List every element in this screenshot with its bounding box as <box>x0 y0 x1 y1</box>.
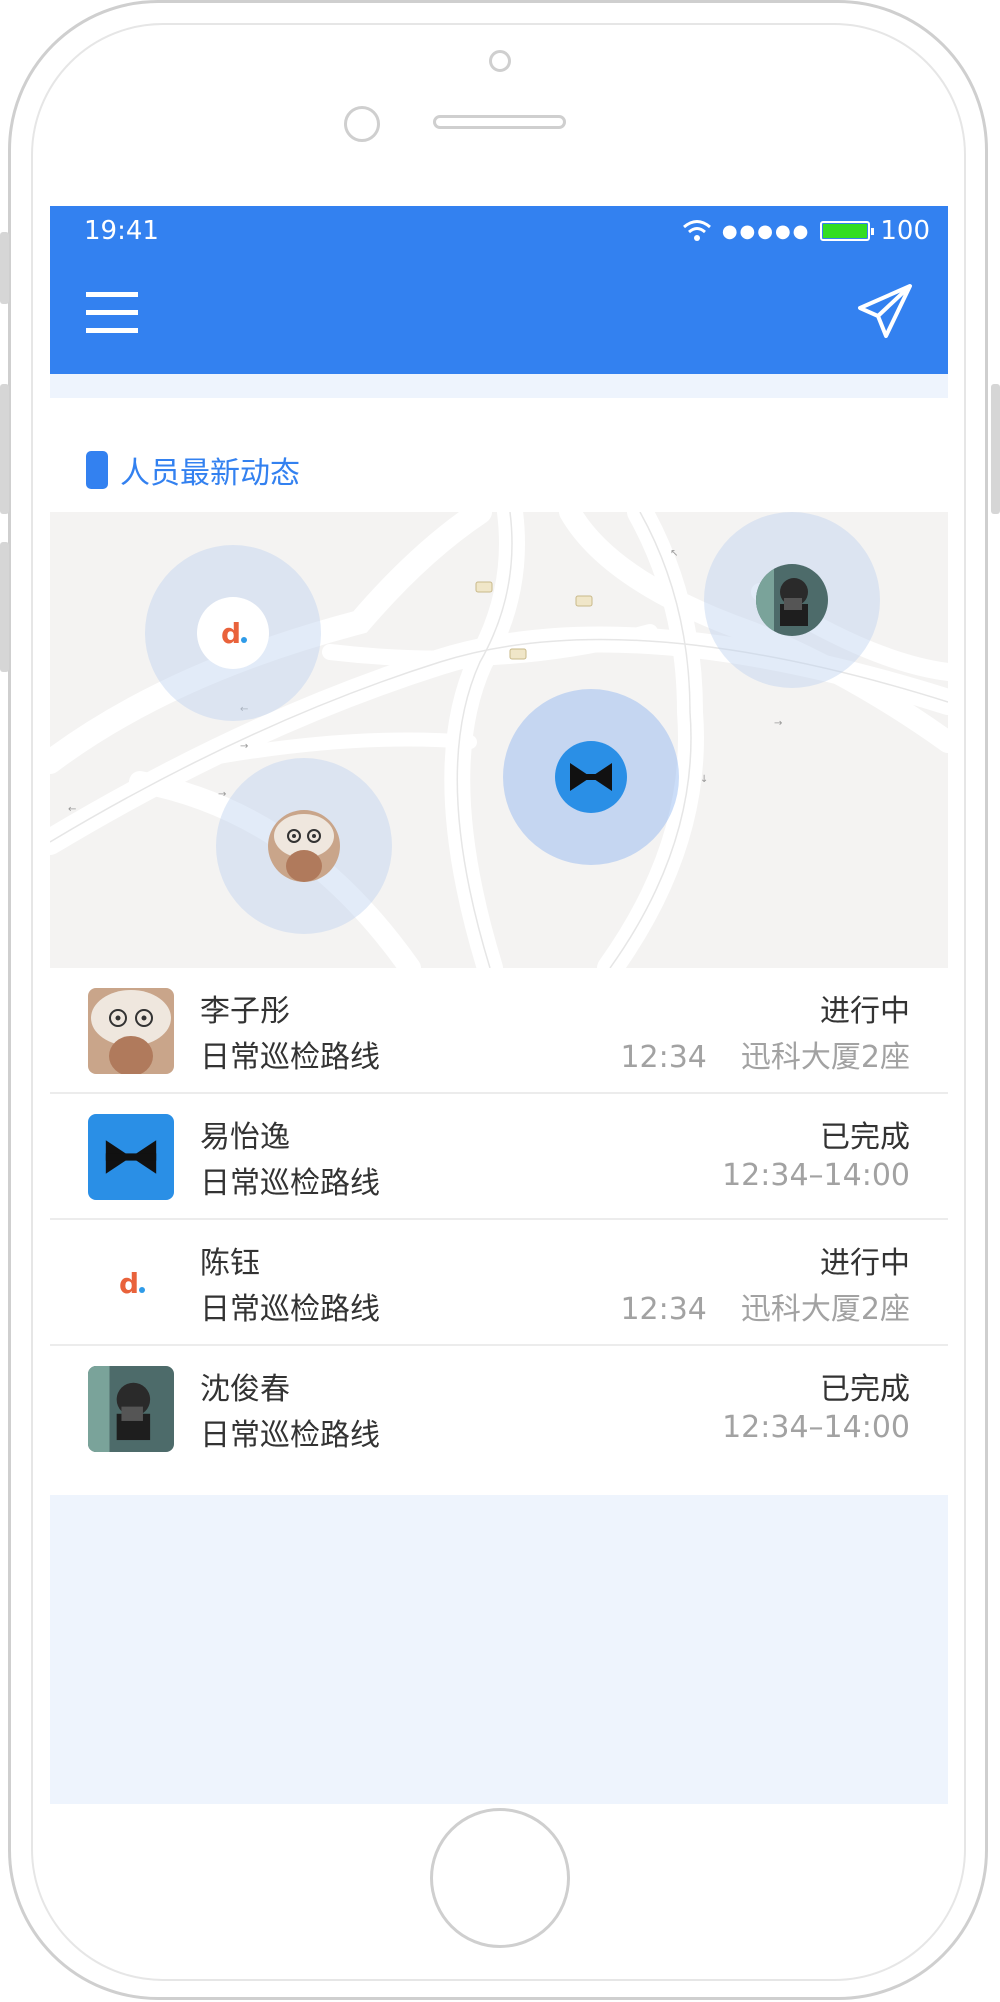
status-time: 19:41 <box>84 216 159 246</box>
home-button[interactable] <box>430 1808 570 1948</box>
photo-avatar-icon <box>88 1366 174 1452</box>
d-logo-icon: d <box>221 617 247 650</box>
svg-text:↖: ↖ <box>670 548 678 559</box>
svg-text:→: → <box>774 718 782 729</box>
task-time: 12:34–14:00 <box>722 1158 910 1193</box>
route-name: 日常巡检路线 <box>200 1418 380 1453</box>
list-item[interactable]: 李子彤 日常巡检路线 进行中 12:34 迅科大厦2座 <box>50 968 948 1094</box>
svg-text:→: → <box>240 741 248 752</box>
route-name: 日常巡检路线 <box>200 1166 380 1201</box>
task-status: 已完成 <box>820 1120 910 1155</box>
map-marker-photo[interactable] <box>756 564 828 636</box>
task-meta: 12:34–14:00 <box>722 1158 910 1193</box>
staff-name: 李子彤 <box>200 994 290 1029</box>
volume-up-button <box>0 384 9 514</box>
section-title: 人员最新动态 <box>120 456 300 491</box>
alpaca-hat-avatar-icon <box>268 810 340 882</box>
task-location: 迅科大厦2座 <box>740 1040 910 1075</box>
signal-strength: ●●●●● <box>721 220 811 242</box>
task-status: 进行中 <box>820 994 910 1029</box>
staff-name: 沈俊春 <box>200 1372 290 1407</box>
menu-icon[interactable] <box>86 292 138 334</box>
svg-text:→: → <box>218 789 226 800</box>
map-marker-bowtie[interactable] <box>555 741 627 813</box>
staff-name: 陈钰 <box>200 1246 260 1281</box>
earpiece-speaker <box>433 115 566 129</box>
staff-activity-list: 李子彤 日常巡检路线 进行中 12:34 迅科大厦2座 易怡逸 日常巡检路线 已完… <box>50 968 948 1470</box>
activity-card: 人员最新动态 ← → → ← → ↓ ↖ d 李子彤 日常巡检路线 进行中 12… <box>50 398 948 1495</box>
send-icon[interactable] <box>856 282 914 340</box>
d-logo-icon: d <box>88 1240 174 1326</box>
svg-text:d: d <box>221 617 241 650</box>
route-name: 日常巡检路线 <box>200 1292 380 1327</box>
battery-icon <box>820 221 875 241</box>
task-status: 已完成 <box>820 1372 910 1407</box>
task-meta: 12:34 迅科大厦2座 <box>620 1032 910 1076</box>
svg-text:←: ← <box>68 804 76 815</box>
nav-bar <box>50 256 948 374</box>
task-status: 进行中 <box>820 1246 910 1281</box>
svg-text:d: d <box>119 1267 139 1300</box>
task-time: 12:34 <box>620 1040 707 1075</box>
task-time: 12:34–14:00 <box>722 1410 910 1445</box>
map-marker-alpaca[interactable] <box>268 810 340 882</box>
status-bar: 19:41 ●●●●● 100 <box>50 206 948 256</box>
task-meta: 12:34 迅科大厦2座 <box>620 1284 910 1328</box>
task-time: 12:34 <box>620 1292 707 1327</box>
wifi-icon <box>682 220 711 241</box>
power-button <box>991 384 1000 514</box>
list-item[interactable]: 沈俊春 日常巡检路线 已完成 12:34–14:00 <box>50 1346 948 1470</box>
photo-avatar-icon <box>756 564 828 636</box>
task-location: 迅科大厦2座 <box>740 1292 910 1327</box>
staff-name: 易怡逸 <box>200 1120 290 1155</box>
alpaca-hat-avatar-icon <box>88 988 174 1074</box>
route-name: 日常巡检路线 <box>200 1040 380 1075</box>
volume-down-button <box>0 542 9 672</box>
bowtie-logo-icon <box>88 1114 174 1200</box>
mute-switch <box>0 232 9 304</box>
map-marker-d-logo[interactable]: d <box>197 597 269 669</box>
front-camera <box>489 50 511 72</box>
task-meta: 12:34–14:00 <box>722 1410 910 1445</box>
list-item[interactable]: d 陈钰 日常巡检路线 进行中 12:34 迅科大厦2座 <box>50 1220 948 1346</box>
app-screen: 19:41 ●●●●● 100 人员最新动态 ← → → ← → ↓ ↖ d 李… <box>50 206 948 1804</box>
section-marker <box>86 451 108 489</box>
list-item[interactable]: 易怡逸 日常巡检路线 已完成 12:34–14:00 <box>50 1094 948 1220</box>
battery-level: 100 <box>880 216 930 246</box>
svg-text:↓: ↓ <box>700 774 708 785</box>
staff-location-map[interactable]: ← → → ← → ↓ ↖ d <box>50 512 948 968</box>
proximity-sensor <box>344 106 380 142</box>
bowtie-logo-icon <box>570 763 612 791</box>
section-header: 人员最新动态 <box>86 448 300 492</box>
